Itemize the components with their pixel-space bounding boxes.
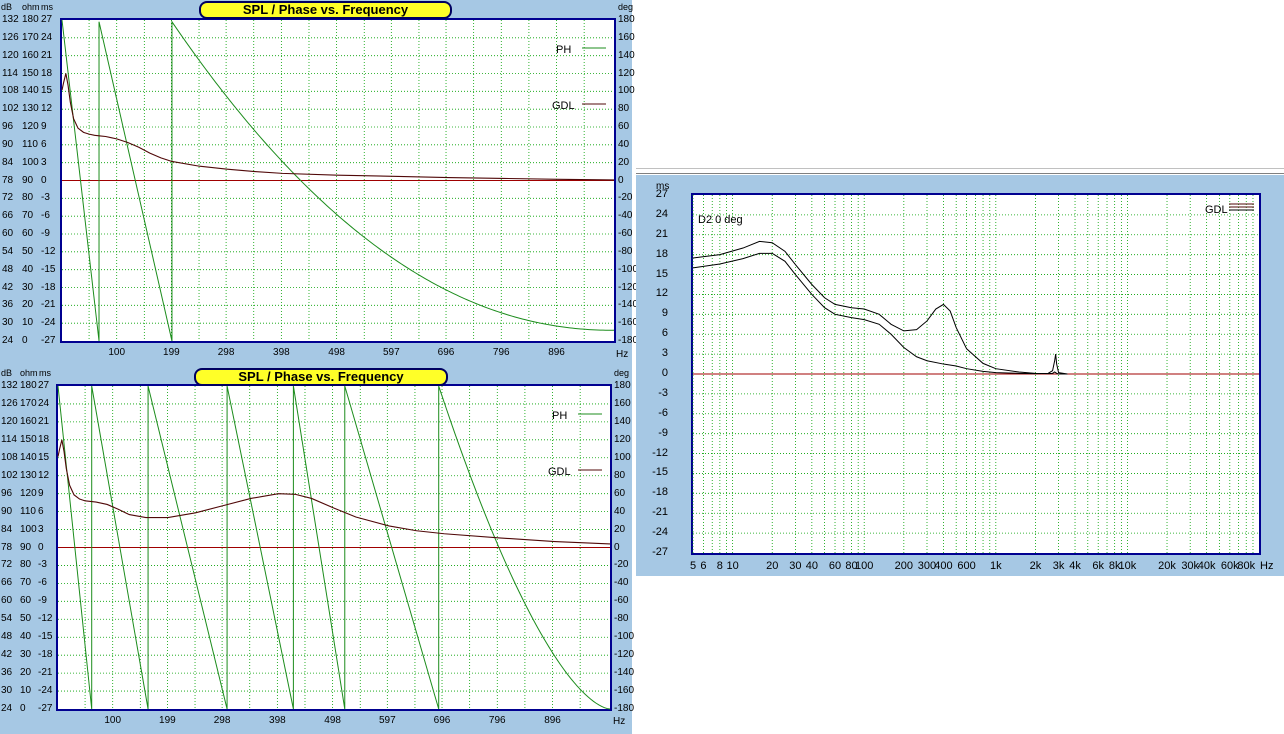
p2-tick-x: 6 <box>700 560 707 572</box>
p2-tick-y: -24 <box>652 526 668 539</box>
p2-tick-y: -3 <box>658 386 668 399</box>
p2-tick-x: 200 <box>894 560 913 572</box>
p2-tick-y: 3 <box>661 347 668 360</box>
unit-hz-right: Hz <box>1260 560 1274 572</box>
p2-tick-y: -27 <box>652 546 668 558</box>
gdl-annotation: D2 0 deg <box>698 214 743 226</box>
p2-tick-y: 27 <box>655 188 668 200</box>
p2-tick-x: 20k <box>1158 560 1176 572</box>
p2-tick-y: 18 <box>655 247 668 260</box>
p2-tick-x: 600 <box>957 560 976 572</box>
p2-tick-y: -18 <box>652 486 668 499</box>
p2-tick-x: 2k <box>1029 560 1042 572</box>
p2-tick-y: 12 <box>655 287 668 300</box>
p2-tick-x: 5 <box>689 560 697 572</box>
p2-tick-x: 40k <box>1197 560 1216 572</box>
p2-tick-y: 24 <box>655 207 668 220</box>
p2-tick-y: -9 <box>658 426 668 439</box>
p2-tick-x: 8 <box>716 560 723 572</box>
p2-series-gdl-1 <box>692 252 1068 375</box>
p2-tick-y: 15 <box>655 267 668 280</box>
p2-tick-x: 30 <box>789 560 802 572</box>
p2-tick-x: 1k <box>989 560 1002 572</box>
p2-tick-y: 0 <box>661 367 668 379</box>
p2-tick-x: 400 <box>934 560 953 572</box>
p2-tick-x: 10 <box>726 560 739 572</box>
p2-tick-x: 3k <box>1052 560 1065 572</box>
p2-tick-y: -6 <box>658 406 668 419</box>
p2-tick-x: 40 <box>805 560 818 572</box>
p2-tick-y: -15 <box>652 466 668 479</box>
p2-legend-gdl-label: GDL <box>1205 204 1228 216</box>
p2-tick-x: 20 <box>766 560 779 572</box>
p2-tick-x: 60 <box>828 560 842 572</box>
p2-tick-y: 21 <box>655 227 668 240</box>
p2-tick-x: 100 <box>855 560 874 572</box>
p2-tick-x: 80k <box>1237 560 1256 572</box>
p2-tick-y: -21 <box>652 506 668 519</box>
p2-tick-y: 9 <box>661 307 668 320</box>
p2-tick-x: 30k <box>1181 560 1200 572</box>
p2-tick-x: 4k <box>1069 560 1081 572</box>
p2-tick-y: -12 <box>652 446 668 459</box>
chart-svg-right: GDL <box>692 195 1259 553</box>
p2-tick-x: 10k <box>1118 560 1137 572</box>
p2-tick-x: 60k <box>1220 560 1239 572</box>
p2-tick-y: 6 <box>661 327 668 340</box>
p2-tick-x: 6k <box>1092 560 1105 572</box>
